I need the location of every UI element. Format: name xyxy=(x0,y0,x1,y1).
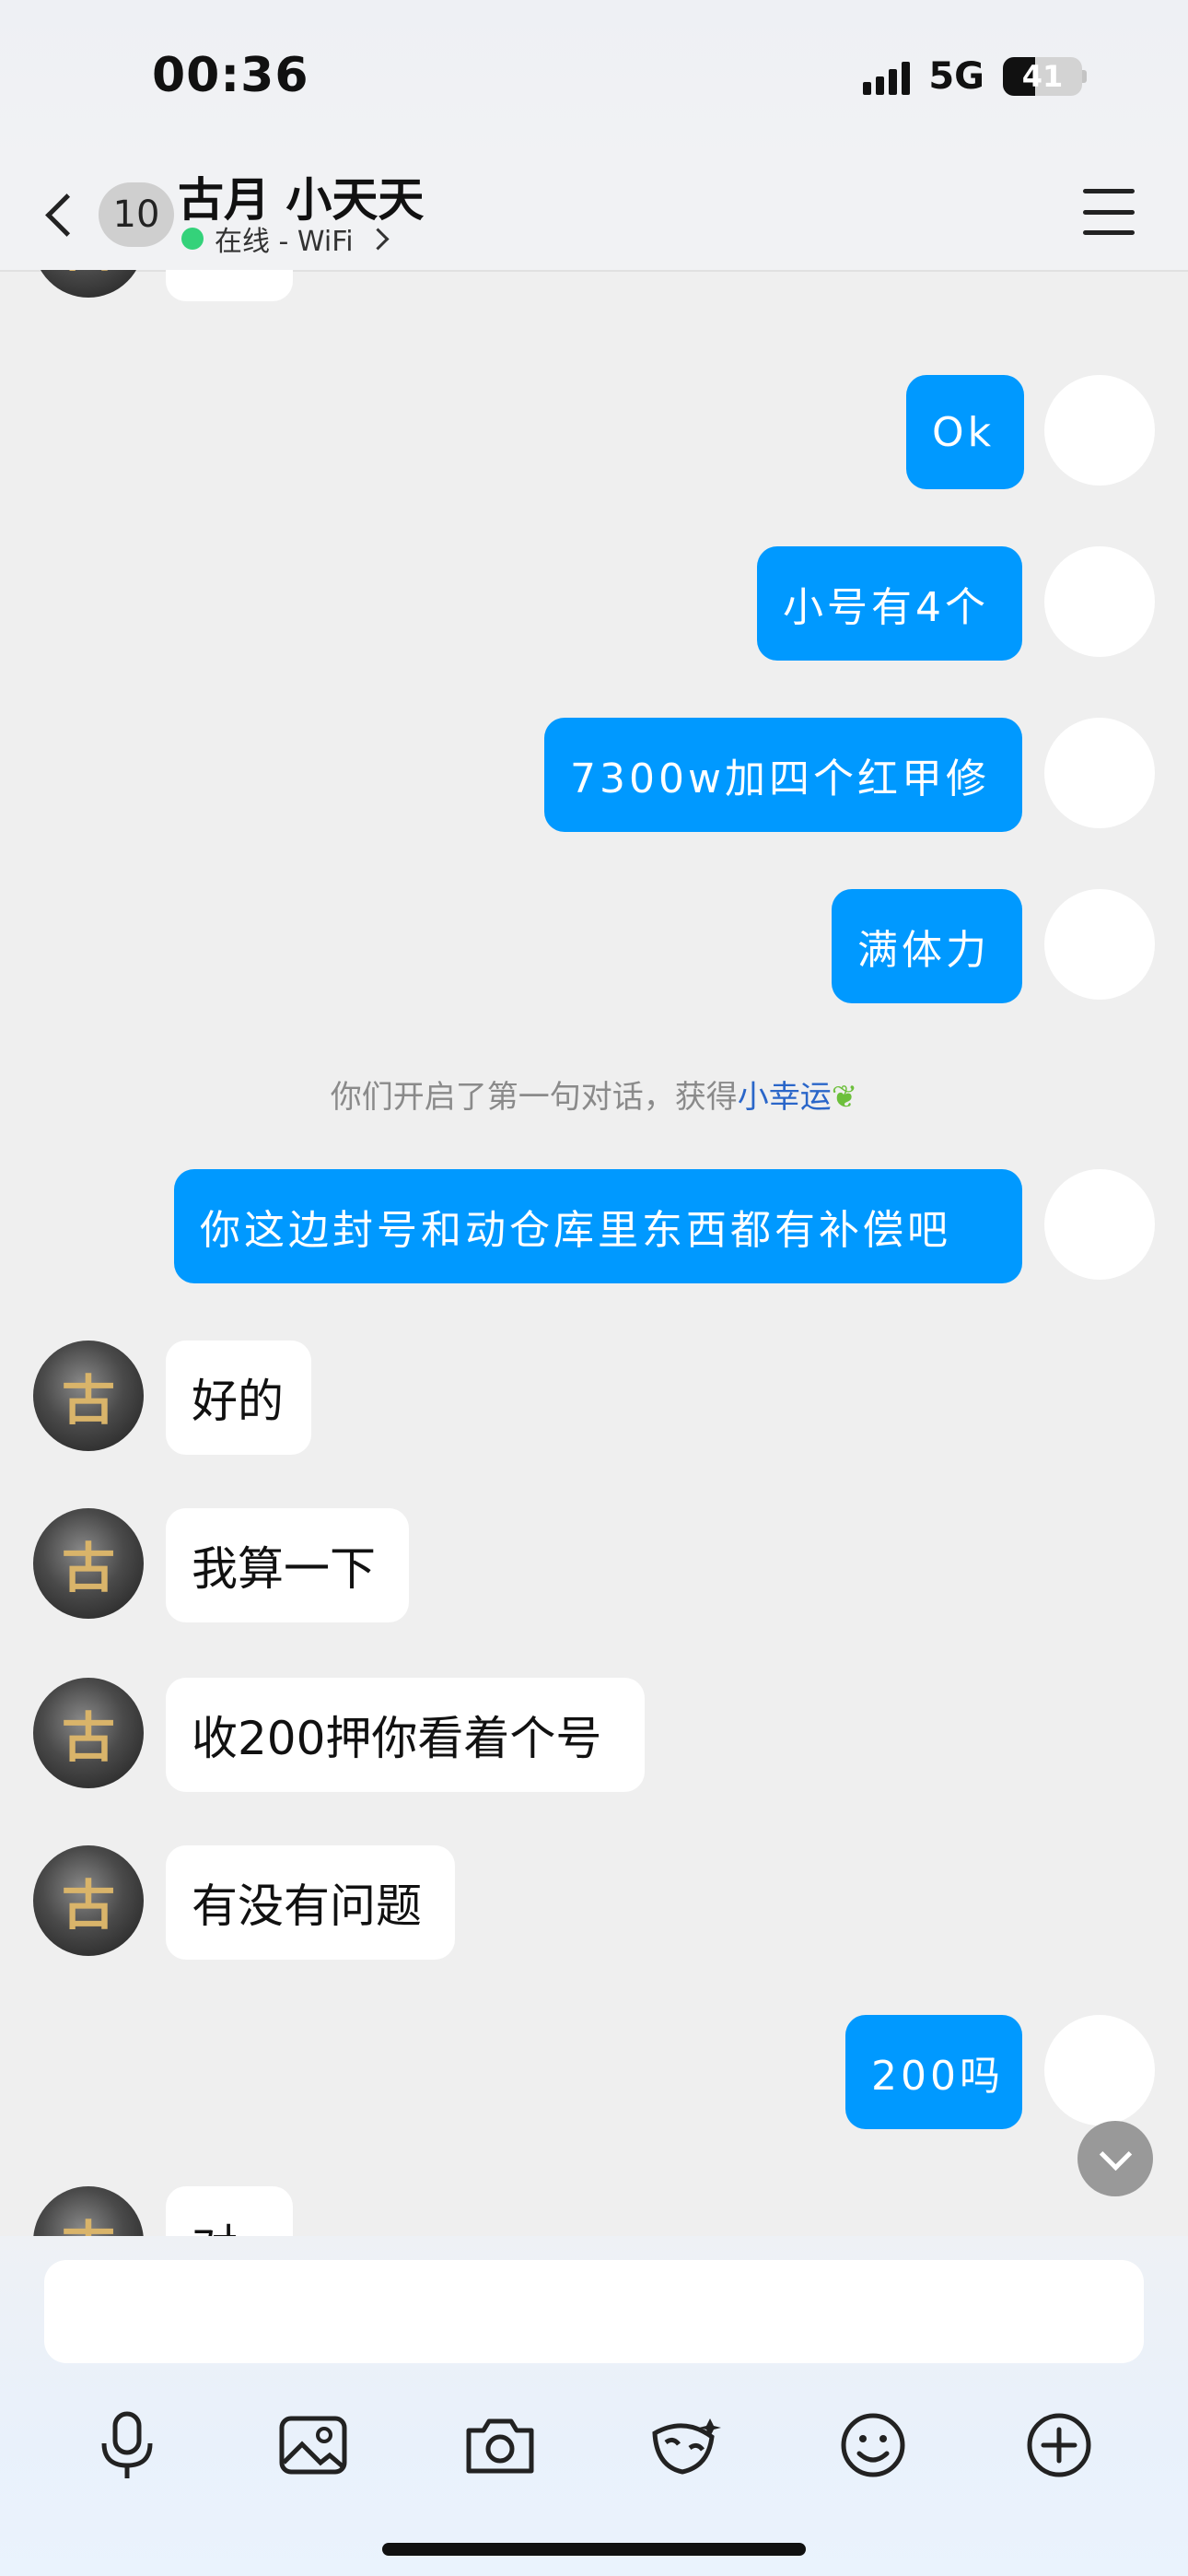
chat-header: 10 古月 小天天 在线 - WiFi xyxy=(0,161,1188,272)
contact-avatar[interactable]: 古 xyxy=(33,1845,144,1956)
image-button[interactable] xyxy=(272,2404,355,2487)
sprout-icon: ❦ xyxy=(831,1079,858,1116)
mask-button[interactable] xyxy=(645,2404,728,2487)
battery-icon: 41 xyxy=(1003,57,1082,96)
avatar-logo: 古 xyxy=(61,1874,115,1937)
network-label: 5G xyxy=(928,55,984,98)
online-dot-icon xyxy=(181,228,204,250)
online-status[interactable]: 在线 - WiFi xyxy=(181,218,390,259)
camera-button[interactable] xyxy=(459,2404,542,2487)
online-status-text: 在线 - WiFi xyxy=(215,226,354,258)
message-bubble[interactable]: 来 xyxy=(166,270,293,301)
chevron-right-icon xyxy=(367,227,390,251)
microphone-icon xyxy=(101,2411,153,2478)
message-bubble[interactable]: 满体力 xyxy=(832,889,1022,1003)
message-bubble[interactable]: Ok xyxy=(906,375,1024,489)
message-bubble[interactable]: 200吗 xyxy=(845,2015,1022,2129)
avatar-logo: 古 xyxy=(62,2203,115,2236)
self-avatar[interactable] xyxy=(1044,2015,1155,2125)
emoji-button[interactable] xyxy=(832,2404,914,2487)
composer xyxy=(0,2236,1188,2576)
avatar-logo: 古 xyxy=(61,1706,115,1769)
message-bubble[interactable]: 小号有4个 xyxy=(757,546,1022,661)
message-bubble[interactable]: 有没有问题 xyxy=(166,1845,455,1960)
image-icon xyxy=(279,2416,347,2475)
message-bubble[interactable]: 收200押你看着个号 xyxy=(166,1678,645,1792)
contact-avatar[interactable]: 古 xyxy=(33,1678,144,1788)
avatar-logo: 古 xyxy=(61,1537,115,1599)
chat-screen: 00:36 5G 41 10 古月 小天天 在线 - WiFi Ok 小号有4个… xyxy=(0,0,1188,2576)
plus-icon xyxy=(1027,2413,1091,2477)
self-avatar[interactable] xyxy=(1044,1169,1155,1280)
home-indicator[interactable] xyxy=(382,2543,806,2556)
avatar-logo: 古 xyxy=(62,270,115,281)
signal-icon xyxy=(863,58,911,95)
more-button[interactable] xyxy=(1018,2404,1101,2487)
system-notice-link[interactable]: 小幸运 xyxy=(738,1079,832,1116)
message-bubble[interactable]: 7300w加四个红甲修 xyxy=(544,718,1022,832)
self-avatar[interactable] xyxy=(1044,718,1155,828)
status-bar: 00:36 5G 41 xyxy=(0,0,1188,161)
chevron-down-icon xyxy=(1099,2137,1132,2171)
contact-avatar[interactable]: 古 xyxy=(33,270,144,298)
message-bubble[interactable]: 对 xyxy=(166,2186,293,2236)
status-time: 00:36 xyxy=(152,48,309,103)
camera-icon xyxy=(466,2418,534,2474)
message-bubble[interactable]: 我算一下 xyxy=(166,1508,409,1622)
system-notice: 你们开启了第一句对话，获得小幸运❦ xyxy=(0,1071,1188,1117)
avatar-logo: 古 xyxy=(61,1369,115,1432)
scroll-to-bottom-button[interactable] xyxy=(1077,2121,1153,2196)
self-avatar[interactable] xyxy=(1044,889,1155,1000)
message-list[interactable]: 古 来 Ok 小号有4个 7300w加四个红甲修 满体力 你们开启了第一句对话，… xyxy=(0,270,1188,2236)
battery-cap xyxy=(1082,70,1087,83)
contact-avatar[interactable]: 古 xyxy=(33,2186,144,2236)
back-button[interactable]: 10 xyxy=(37,178,175,252)
status-indicators: 5G 41 xyxy=(863,55,1087,98)
chevron-left-icon xyxy=(45,193,88,237)
message-input[interactable] xyxy=(44,2260,1144,2363)
microphone-button[interactable] xyxy=(86,2404,169,2487)
contact-avatar[interactable]: 古 xyxy=(33,1508,144,1619)
system-notice-text: 你们开启了第一句对话，获得 xyxy=(330,1079,738,1116)
mask-icon xyxy=(652,2418,721,2475)
contact-avatar[interactable]: 古 xyxy=(33,1341,144,1451)
unread-count-badge: 10 xyxy=(99,182,174,247)
menu-button[interactable] xyxy=(1083,189,1135,235)
message-bubble[interactable]: 你这边封号和动仓库里东西都有补偿吧 xyxy=(174,1169,1022,1283)
emoji-icon xyxy=(841,2413,905,2477)
battery-percent: 41 xyxy=(1021,59,1064,94)
composer-toolbar xyxy=(0,2385,1188,2505)
self-avatar[interactable] xyxy=(1044,375,1155,486)
message-bubble[interactable]: 好的 xyxy=(166,1341,311,1455)
self-avatar[interactable] xyxy=(1044,546,1155,657)
